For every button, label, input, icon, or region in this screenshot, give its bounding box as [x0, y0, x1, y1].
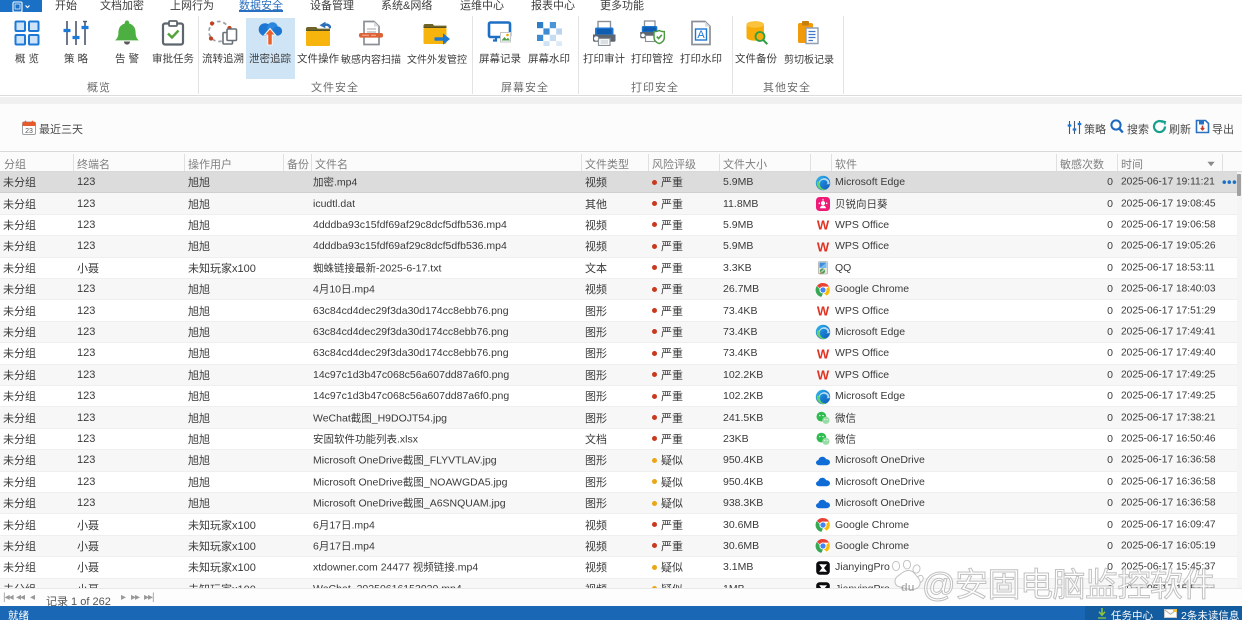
svg-text:W: W	[817, 368, 830, 383]
svg-text:W: W	[817, 239, 830, 254]
svg-text:A: A	[697, 29, 705, 41]
svg-text:W: W	[817, 218, 830, 233]
svg-text:23: 23	[25, 128, 33, 135]
svg-text:W: W	[817, 304, 830, 319]
svg-text:W: W	[817, 346, 830, 361]
